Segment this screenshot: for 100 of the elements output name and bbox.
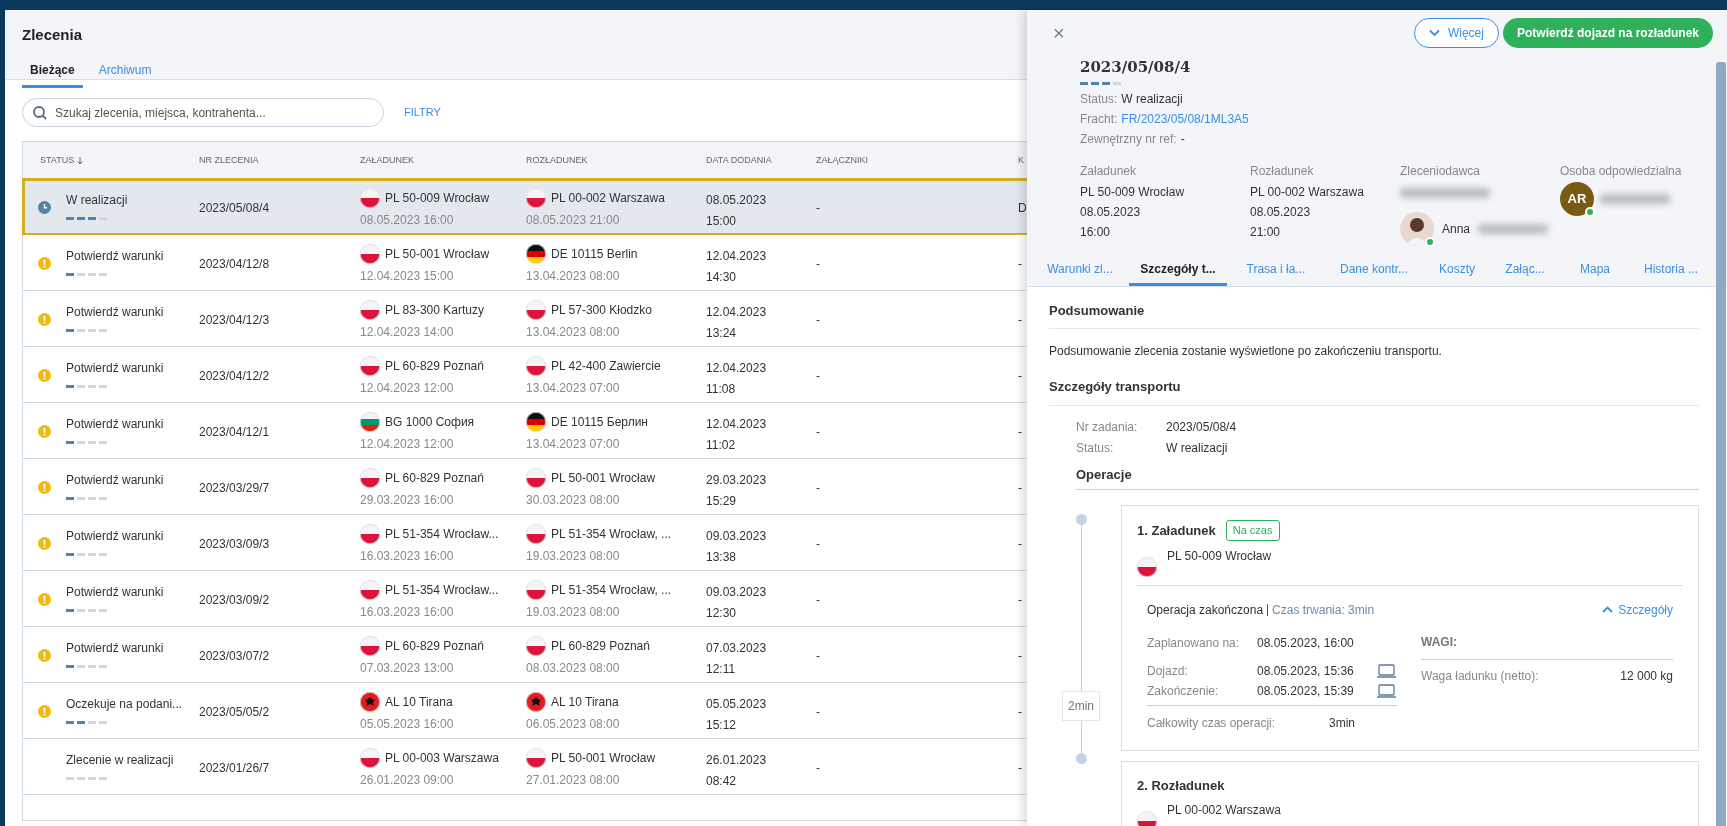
order-title: 2023/05/08/4	[1080, 57, 1192, 78]
place-text: PL 51-354 Wrocław...	[385, 582, 499, 599]
table-cell-text: -	[816, 760, 820, 777]
field-label: Waga ładunku (netto):	[1421, 667, 1539, 685]
place-text: PL 83-300 Kartuzy	[385, 302, 484, 319]
order-number: 2023/03/07/2	[199, 648, 270, 665]
time-text: 29.03.2023 16:00	[360, 492, 455, 509]
field-label: Status:	[1076, 439, 1115, 457]
filter-button[interactable]: FILTRY	[404, 104, 441, 121]
table-cell-text: -	[816, 648, 820, 665]
field-value: 08.05.2023, 16:00	[1257, 634, 1355, 652]
order-number: 2023/04/12/3	[199, 312, 270, 329]
time-text: 14:30	[706, 269, 738, 286]
status-text: Oczekuje na podani...	[66, 696, 183, 713]
tab[interactable]: Archiwum	[90, 60, 160, 88]
time-text: 08:42	[706, 773, 738, 790]
date-text: 07.03.2023	[706, 640, 767, 657]
more-button[interactable]: Więcej	[1413, 18, 1499, 48]
field-label: Zakończenie:	[1147, 682, 1220, 700]
table-cell-text: -	[1018, 704, 1022, 721]
time-text: 05.05.2023 16:00	[360, 716, 454, 733]
section-heading: Podsumowanie	[1049, 300, 1699, 329]
field-value: 3min	[1329, 714, 1355, 732]
place-text: DE 10115 Berlin	[551, 246, 638, 263]
column-header[interactable]: STATUS	[40, 154, 85, 168]
freight-link[interactable]: FR/2023/05/08/1ML3A5	[1121, 109, 1249, 128]
time-text: 13.04.2023 07:00	[526, 436, 621, 453]
field-label: Fracht:	[1080, 110, 1118, 128]
column-label: Załadunek	[1080, 162, 1138, 180]
chevron-down-icon	[1428, 29, 1440, 37]
time-text: 12.04.2023 12:00	[360, 380, 455, 397]
table-cell-text: -	[1018, 424, 1022, 441]
field-value: W realizacji	[1166, 439, 1229, 457]
table-cell-text: -	[1018, 256, 1022, 273]
place-text: PL 60-829 Poznań	[385, 358, 484, 375]
order-number: 2023/04/12/2	[199, 368, 270, 385]
info-text: PL 00-002 Warszawa	[1250, 183, 1365, 201]
table-cell-text: -	[1018, 312, 1022, 329]
details-toggle[interactable]: Szczegóły	[1602, 600, 1673, 619]
table-cell-text: -	[1018, 536, 1022, 553]
tab[interactable]: Mapa	[1559, 259, 1631, 286]
table-cell-text: -	[1018, 760, 1022, 777]
table-cell-text: -	[816, 256, 820, 273]
place-text: PL 60-829 Poznań	[385, 638, 484, 655]
field-label: Dojazd:	[1147, 662, 1189, 680]
section-heading: WAGI:	[1421, 632, 1673, 660]
field-label: Zaplanowano na:	[1147, 634, 1241, 652]
place-text: PL 00-002 Warszawa	[1167, 802, 1281, 819]
time-text: 06.05.2023 08:00	[526, 716, 620, 733]
tab[interactable]: Warunki zl...	[1031, 259, 1129, 286]
column-header[interactable]: DATA DODANIA	[706, 154, 772, 168]
time-text: 27.01.2023 08:00	[526, 772, 621, 789]
column-header[interactable]: ZAŁĄCZNIKI	[816, 154, 868, 168]
date-text: 09.03.2023	[706, 584, 767, 601]
search-field[interactable]: Szukaj zlecenia, miejsca, kontrahenta...	[22, 98, 384, 127]
table-cell-text: -	[816, 312, 820, 329]
tab[interactable]: Trasa i ła...	[1227, 259, 1325, 286]
chevron-up-icon	[1602, 605, 1614, 614]
tab[interactable]: Bieżące	[22, 60, 83, 88]
place-text: AL 10 Tirana	[551, 694, 619, 711]
time-text: 26.01.2023 09:00	[360, 772, 455, 789]
time-text: 13:24	[706, 325, 738, 342]
column-header[interactable]: NR ZLECENIA	[199, 154, 259, 168]
tab[interactable]: Historia ...	[1631, 259, 1711, 286]
order-number: 2023/05/08/4	[199, 200, 270, 217]
scrollbar[interactable]	[1716, 62, 1726, 826]
status-text: Potwierdź warunki	[66, 248, 164, 265]
person-avatar	[1400, 211, 1434, 246]
table-cell-text: -	[1018, 592, 1022, 609]
tab[interactable]: Koszty	[1423, 259, 1491, 286]
order-number: 2023/03/29/7	[199, 480, 270, 497]
table-cell-text: -	[816, 480, 820, 497]
blurred-text	[1478, 223, 1549, 234]
summary-text: Podsumowanie zlecenia zostanie wyświetlone po zakończeniu transportu.	[1049, 343, 1443, 360]
place-text: PL 00-003 Warszawa	[385, 750, 499, 767]
place-text: PL 57-300 Kłodzko	[551, 302, 652, 319]
place-text: AL 10 Tirana	[385, 694, 453, 711]
blurred-text	[1600, 193, 1670, 204]
status-text: Potwierdź warunki	[66, 416, 164, 433]
column-header[interactable]: ZAŁADUNEK	[360, 154, 414, 168]
operation-state: Operacja zakończona	[1147, 601, 1264, 619]
tab[interactable]: Dane kontr...	[1325, 259, 1423, 286]
date-text: 12.04.2023	[706, 304, 767, 321]
status-text: W realizacji	[66, 192, 128, 209]
section-heading: Szczegóły transportu	[1049, 377, 1699, 406]
date-text: 09.03.2023	[706, 528, 767, 545]
table-row[interactable]: W realizacji 2023/05/08/4 PL 50-009 Wrocław 08.05.2023 16:00 PL 00-002 Warszawa 08.05.2023 21:00 08.05.2023 15:00 - D	[23, 179, 1027, 235]
column-header[interactable]: ROZŁADUNEK	[526, 154, 588, 168]
column-header[interactable]: K	[1018, 154, 1024, 168]
info-text: 21:00	[1250, 223, 1282, 241]
order-number: 2023/03/09/2	[199, 592, 270, 609]
place-text: PL 50-001 Wrocław	[551, 750, 656, 767]
info-text: PL 50-009 Wrocław	[1080, 183, 1186, 201]
place-text: DE 10115 Берлин	[551, 414, 648, 431]
time-text: 13.04.2023 08:00	[526, 324, 621, 341]
place-text: PL 42-400 Zawiercie	[551, 358, 661, 375]
close-button[interactable]: ×	[1053, 23, 1065, 43]
field-label: Całkowity czas operacji:	[1147, 714, 1277, 732]
time-text: 13.04.2023 08:00	[526, 268, 621, 285]
tab[interactable]: Załąc...	[1491, 259, 1559, 286]
